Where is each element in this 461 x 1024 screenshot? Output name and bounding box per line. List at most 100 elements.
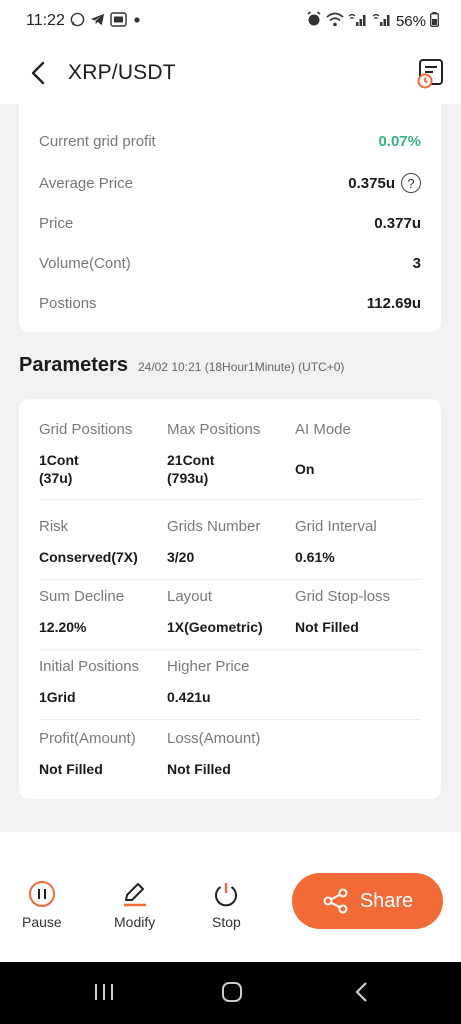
average-price-label: Average Price [39, 174, 133, 192]
alarm-icon [306, 11, 322, 31]
price-label: Price [39, 214, 74, 232]
divider [39, 649, 421, 650]
param-value: Not Filled [39, 761, 103, 777]
home-icon[interactable] [220, 980, 244, 1009]
share-label: Share [359, 889, 414, 912]
telegram-icon [90, 12, 105, 30]
status-right: 56% [306, 11, 439, 31]
wifi-icon [326, 12, 344, 31]
position-info-card: Current grid profit 0.07% Average Price … [19, 104, 441, 332]
system-nav-bar [0, 962, 461, 1024]
param-label: Grid Stop-loss [295, 588, 391, 605]
volume-value: 3 [412, 254, 421, 272]
dot-icon [132, 14, 142, 28]
stop-label: Stop [212, 914, 241, 930]
status-bar: 11:22 56% [0, 0, 461, 42]
param-value: 0.421u [167, 689, 211, 705]
param-label: Max Positions [167, 421, 261, 438]
recent-apps-icon[interactable] [92, 980, 116, 1009]
param-value: 0.61% [295, 549, 335, 565]
info-row: Postions 112.69u [39, 291, 421, 315]
stop-button[interactable]: Stop [212, 880, 241, 930]
param-cell: Higher Price 0.421u [167, 658, 295, 706]
param-label: Initial Positions [39, 658, 140, 675]
positions-value: 112.69u [366, 294, 421, 312]
param-cell: Layout 1X(Geometric) [167, 588, 295, 636]
param-cell: Grid Positions 1Cont (37u) [39, 421, 167, 487]
average-price-value: 0.375u [348, 174, 395, 192]
param-cell: Max Positions 21Cont (793u) [167, 421, 295, 487]
edit-icon [123, 883, 146, 907]
param-cell: Profit(Amount) Not Filled [39, 730, 167, 778]
info-row: Average Price 0.375u ? [39, 171, 421, 195]
app-header: XRP/USDT [0, 42, 461, 104]
pause-icon [28, 881, 55, 907]
status-left: 11:22 [26, 12, 142, 30]
share-button[interactable]: Share [292, 873, 443, 929]
price-value: 0.377u [374, 214, 421, 232]
param-label: Grids Number [167, 518, 261, 535]
param-label: Profit(Amount) [39, 730, 136, 747]
current-grid-profit-value: 0.07% [378, 132, 421, 150]
modify-label: Modify [114, 914, 156, 930]
param-label: AI Mode [295, 421, 351, 438]
param-cell: Grids Number 3/20 [167, 518, 295, 566]
param-label: Grid Interval [295, 518, 377, 535]
bottom-action-bar: Pause Modify Stop Share [0, 832, 461, 962]
power-icon [215, 883, 238, 907]
info-row: Volume(Cont) 3 [39, 251, 421, 275]
divider [39, 719, 421, 720]
param-label: Loss(Amount) [167, 730, 261, 747]
param-value: Conserved(7X) [39, 549, 138, 565]
average-price-value-group: 0.375u ? [348, 173, 421, 193]
param-value: On [295, 461, 315, 477]
param-value: 1X(Geometric) [167, 619, 263, 635]
pause-label: Pause [22, 914, 62, 930]
modify-button[interactable]: Modify [114, 880, 155, 930]
current-grid-profit-label: Current grid profit [39, 132, 156, 150]
battery-percent: 56% [395, 12, 426, 30]
param-value: 3/20 [167, 549, 195, 565]
whatsapp-icon [70, 12, 85, 30]
divider [39, 579, 421, 580]
param-label: Layout [167, 588, 213, 605]
share-icon [323, 888, 348, 914]
nav-back-icon[interactable] [352, 980, 372, 1009]
page-title: XRP/USDT [68, 61, 176, 84]
status-time: 11:22 [26, 12, 65, 29]
param-cell: AI Mode On [295, 421, 423, 478]
param-label: Sum Decline [39, 588, 125, 605]
param-value: 21Cont (793u) [167, 452, 215, 486]
param-value: 12.20% [39, 619, 87, 635]
info-row: Current grid profit 0.07% [39, 129, 421, 153]
volume-label: Volume(Cont) [39, 254, 131, 272]
signal-icon [348, 12, 368, 31]
signal-icon [372, 12, 392, 31]
param-cell: Initial Positions 1Grid [39, 658, 167, 706]
param-value: Not Filled [295, 619, 359, 635]
app-icon [110, 12, 127, 30]
param-value: 1Grid [39, 689, 76, 705]
parameters-title: Parameters [19, 354, 128, 376]
positions-label: Postions [39, 294, 97, 312]
back-arrow-icon[interactable] [30, 61, 52, 85]
param-value: Not Filled [167, 761, 231, 777]
divider [39, 499, 421, 500]
param-label: Risk [39, 518, 69, 535]
param-value: 1Cont (37u) [39, 452, 79, 486]
battery-icon [430, 11, 439, 31]
parameters-card: Grid Positions 1Cont (37u) Max Positions… [19, 399, 441, 799]
pause-button[interactable]: Pause [22, 880, 62, 930]
info-row: Price 0.377u [39, 211, 421, 235]
order-history-icon[interactable] [415, 57, 447, 89]
parameters-timestamp: 24/02 10:21 (18Hour1Minute) (UTC+0) [137, 360, 345, 374]
param-label: Grid Positions [39, 421, 133, 438]
param-cell: Risk Conserved(7X) [39, 518, 167, 566]
param-cell: Loss(Amount) Not Filled [167, 730, 295, 778]
help-icon[interactable]: ? [401, 173, 421, 193]
parameters-header: Parameters 24/02 10:21 (18Hour1Minute) (… [19, 354, 344, 377]
content-area[interactable]: Current grid profit 0.07% Average Price … [0, 104, 461, 832]
param-cell: Grid Stop-loss Not Filled [295, 588, 423, 636]
param-cell: Sum Decline 12.20% [39, 588, 167, 636]
param-cell: Grid Interval 0.61% [295, 518, 423, 566]
